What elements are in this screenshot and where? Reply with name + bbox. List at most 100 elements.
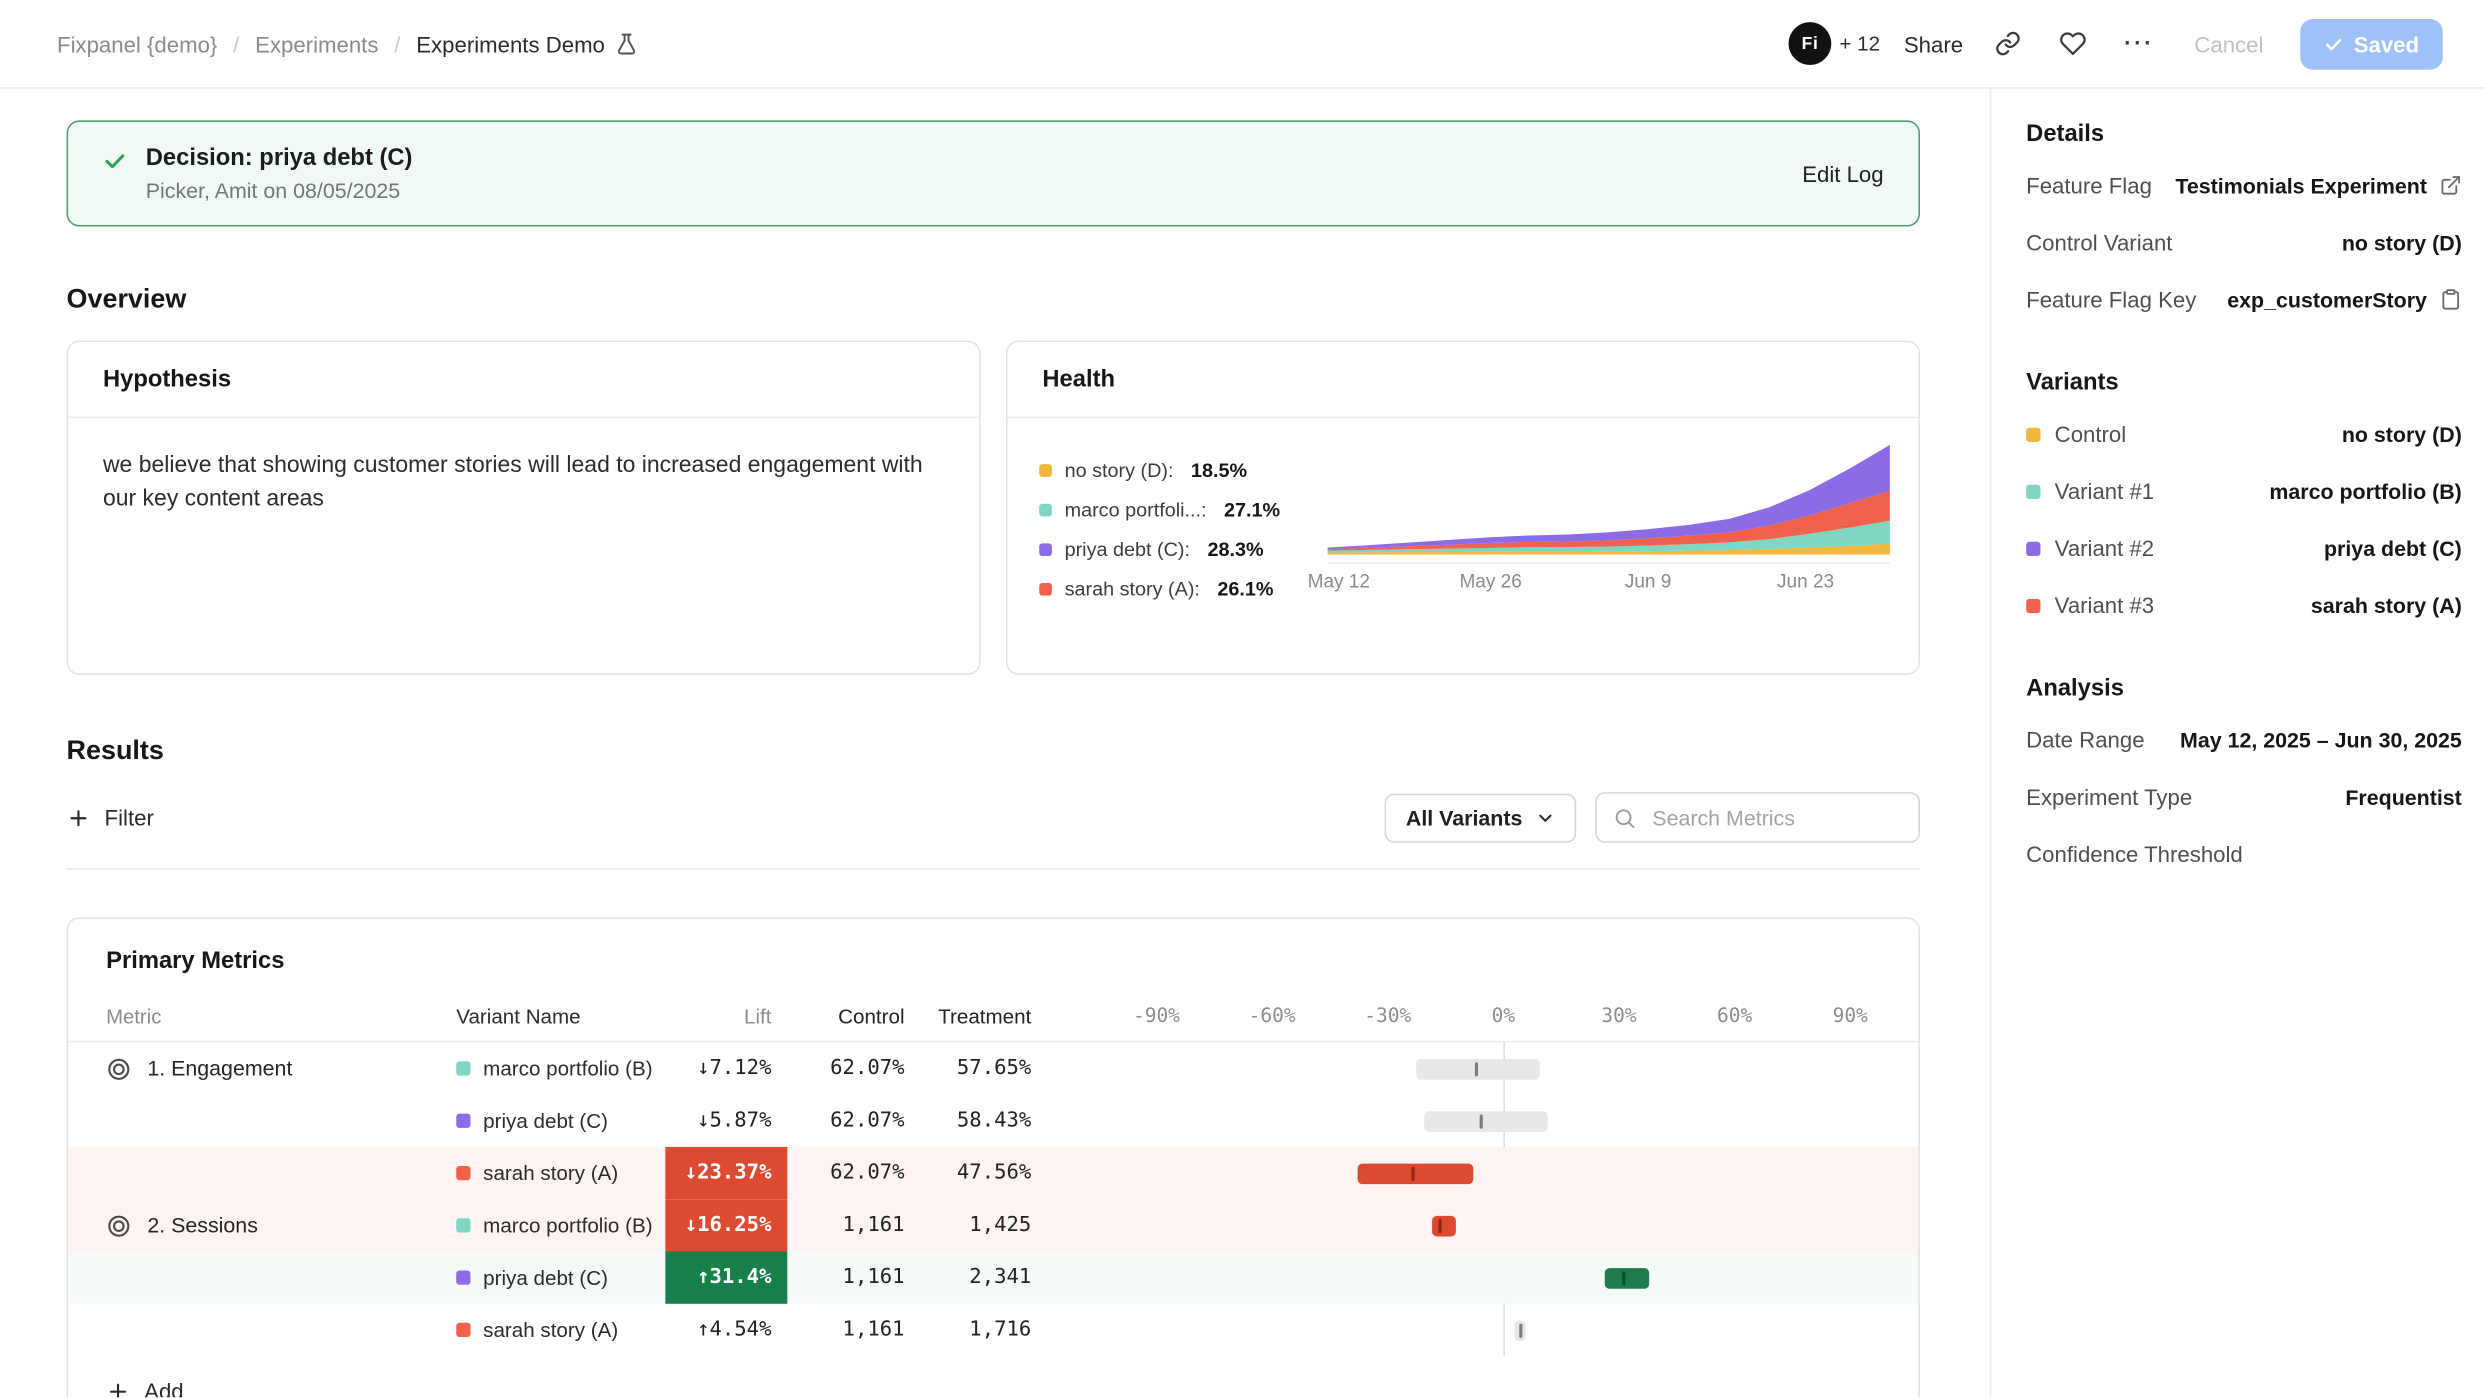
collaborators-group[interactable]: Fi + 12 xyxy=(1789,22,1880,65)
chevron-down-icon xyxy=(1535,807,1556,828)
ci-median-marker xyxy=(1623,1271,1626,1285)
flask-icon xyxy=(614,32,638,56)
table-row[interactable]: sarah story (A) ↓23.37% 62.07% 47.56% xyxy=(68,1147,1918,1199)
lift-badge: ↓23.37% xyxy=(665,1147,787,1199)
axis-tick: -30% xyxy=(1364,1004,1411,1026)
breadcrumb-experiments[interactable]: Experiments xyxy=(255,31,378,56)
share-button[interactable]: Share xyxy=(1904,31,1963,56)
cancel-button[interactable]: Cancel xyxy=(2182,18,2276,69)
x-axis-tick: May 12 xyxy=(1308,570,1370,592)
legend-color-dot xyxy=(1039,583,1052,596)
table-row[interactable]: priya debt (C) ↑31.4% 1,161 2,341 xyxy=(68,1252,1918,1304)
x-axis-tick: Jun 23 xyxy=(1777,570,1834,592)
breadcrumb-home[interactable]: Fixpanel {demo} xyxy=(57,31,217,56)
favorite-heart-icon[interactable] xyxy=(2052,23,2093,64)
lift-value: ↓7.12% xyxy=(697,1057,787,1081)
variant-name: sarah story (A) xyxy=(483,1161,618,1185)
confidence-interval-cell xyxy=(1057,1199,1919,1251)
ci-median-marker xyxy=(1519,1323,1522,1337)
hypothesis-text: we believe that showing customer stories… xyxy=(68,418,979,548)
confidence-interval-bar xyxy=(1432,1215,1456,1236)
saved-button[interactable]: Saved xyxy=(2300,18,2443,69)
variant-name: priya debt (C) xyxy=(483,1109,608,1133)
page-title: Experiments Demo xyxy=(416,31,605,56)
confidence-interval-bar xyxy=(1424,1111,1548,1132)
variant-color-dot xyxy=(456,1114,470,1128)
lift-badge: ↓16.25% xyxy=(665,1199,787,1251)
hypothesis-card: Hypothesis we believe that showing custo… xyxy=(67,341,981,675)
check-icon xyxy=(2324,34,2343,53)
control-value: 62.07% xyxy=(787,1095,914,1147)
confidence-interval-cell xyxy=(1057,1304,1919,1356)
check-icon xyxy=(103,149,127,173)
legend-color-dot xyxy=(1039,504,1052,517)
axis-tick: 90% xyxy=(1833,1004,1868,1026)
table-row[interactable]: 1. Engagement marco portfolio (B) ↓7.12%… xyxy=(68,1042,1918,1094)
lift-badge: ↑31.4% xyxy=(665,1252,787,1304)
control-value: 62.07% xyxy=(787,1147,914,1199)
variants-dropdown[interactable]: All Variants xyxy=(1385,793,1576,842)
health-card: Health no story (D): 18.5% marco portfol… xyxy=(1006,341,1920,675)
detail-row-control-variant: Control Variant no story (D) xyxy=(2026,214,2462,271)
health-area-chart: May 12 May 26 Jun 9 Jun 23 xyxy=(1328,440,1890,602)
table-row[interactable]: 2. Sessions marco portfolio (B) ↓16.25% … xyxy=(68,1199,1918,1251)
decision-title: Decision: priya debt (C) xyxy=(146,144,413,171)
primary-metrics-card: Primary Metrics Metric Variant Name Lift… xyxy=(67,917,1920,1397)
axis-tick: 0% xyxy=(1492,1004,1515,1026)
x-axis-tick: Jun 9 xyxy=(1625,570,1672,592)
confidence-interval-cell xyxy=(1057,1252,1919,1304)
variant-color-dot xyxy=(2026,541,2040,555)
analysis-heading: Analysis xyxy=(2026,675,2462,702)
decision-banner: Decision: priya debt (C) Picker, Amit on… xyxy=(67,120,1920,226)
avatar[interactable]: Fi xyxy=(1789,22,1832,65)
variants-heading: Variants xyxy=(2026,369,2462,396)
variant-row-1: Variant #1 marco portfolio (B) xyxy=(2026,463,2462,520)
more-options-icon[interactable]: ⋯ xyxy=(2117,23,2158,64)
confidence-interval-cell xyxy=(1057,1095,1919,1147)
target-icon xyxy=(106,1213,131,1238)
search-metrics-input[interactable] xyxy=(1649,804,1902,831)
metric-name: 1. Engagement xyxy=(147,1057,292,1081)
confidence-interval-cell xyxy=(1057,1147,1919,1199)
topbar: Fixpanel {demo} / Experiments / Experime… xyxy=(0,0,2484,89)
breadcrumb-separator: / xyxy=(233,31,239,56)
confidence-interval-cell xyxy=(1057,1042,1919,1094)
breadcrumb-current[interactable]: Experiments Demo xyxy=(416,31,638,56)
control-value: 62.07% xyxy=(787,1042,914,1094)
analysis-row-date-range: Date Range May 12, 2025 – Jun 30, 2025 xyxy=(2026,711,2462,768)
table-row[interactable]: priya debt (C) ↓5.87% 62.07% 58.43% xyxy=(68,1095,1918,1147)
search-metrics-box xyxy=(1595,792,1920,843)
overview-heading: Overview xyxy=(67,284,1920,316)
variant-color-dot xyxy=(456,1166,470,1180)
plus-icon xyxy=(106,1379,130,1397)
table-row[interactable]: sarah story (A) ↑4.54% 1,161 1,716 xyxy=(68,1304,1918,1356)
edit-log-button[interactable]: Edit Log xyxy=(1802,161,1883,186)
legend-item: no story (D): 18.5% xyxy=(1039,459,1305,481)
axis-tick: 60% xyxy=(1717,1004,1752,1026)
add-filter-button[interactable]: Filter xyxy=(67,805,154,830)
external-link-icon[interactable] xyxy=(2440,174,2462,196)
variant-color-dot xyxy=(456,1271,470,1285)
ci-median-marker xyxy=(1412,1166,1415,1180)
column-header-treatment: Treatment xyxy=(914,990,1057,1041)
axis-tick: 30% xyxy=(1601,1004,1636,1026)
confidence-interval-bar xyxy=(1416,1058,1539,1079)
treatment-value: 1,425 xyxy=(914,1199,1057,1251)
primary-metrics-title: Primary Metrics xyxy=(68,919,1918,990)
variant-row-2: Variant #2 priya debt (C) xyxy=(2026,520,2462,577)
treatment-value: 1,716 xyxy=(914,1304,1057,1356)
health-title: Health xyxy=(1008,342,1919,418)
target-icon xyxy=(106,1056,131,1081)
variant-color-dot xyxy=(2026,427,2040,441)
copy-link-icon[interactable] xyxy=(1987,23,2028,64)
divider xyxy=(67,868,1920,870)
confidence-interval-bar xyxy=(1605,1267,1649,1288)
variant-name: marco portfolio (B) xyxy=(483,1057,652,1081)
metric-name: 2. Sessions xyxy=(147,1213,258,1237)
clipboard-copy-icon[interactable] xyxy=(2440,288,2462,310)
health-legend: no story (D): 18.5% marco portfoli...: 2… xyxy=(1039,440,1305,602)
add-metric-button[interactable]: Add xyxy=(68,1356,1918,1397)
legend-item: marco portfoli...: 27.1% xyxy=(1039,499,1305,521)
health-chart-x-axis: May 12 May 26 Jun 9 Jun 23 xyxy=(1328,570,1890,599)
column-header-control: Control xyxy=(787,990,914,1041)
